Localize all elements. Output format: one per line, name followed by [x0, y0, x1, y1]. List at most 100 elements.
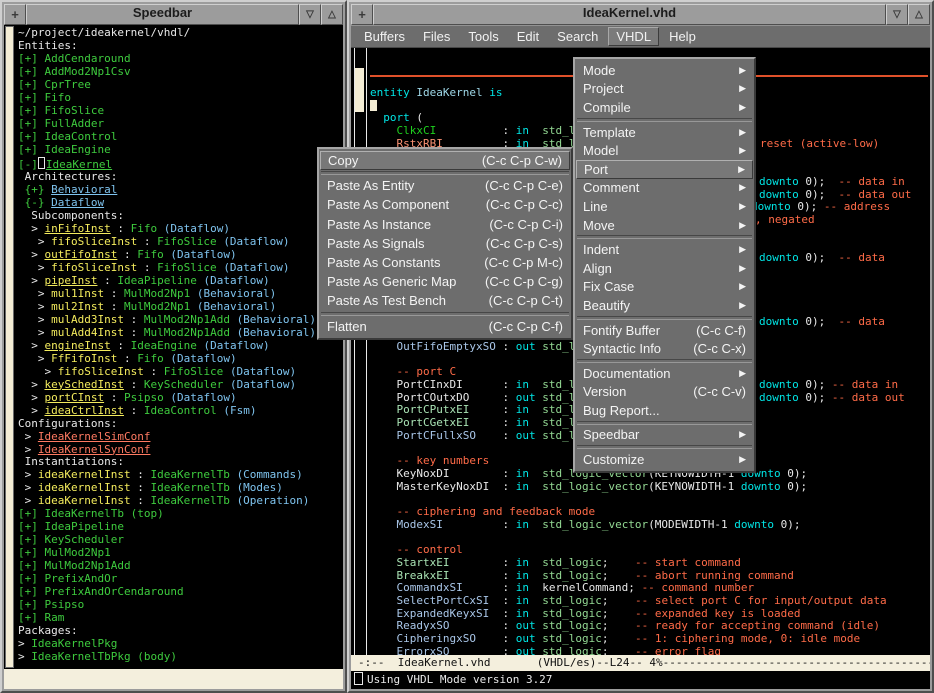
menu-item-label: Paste As Generic Map	[327, 274, 475, 289]
maximize-icon: △	[328, 10, 336, 20]
speedbar-line[interactable]: [+] Psipso	[18, 599, 343, 612]
window-menu-button[interactable]: +	[351, 4, 373, 25]
speedbar-line[interactable]: [+] IdeaEngine	[18, 144, 343, 157]
text-segment: in	[516, 416, 529, 429]
speedbar-scrollbar[interactable]	[5, 26, 14, 668]
submenu-item-paste-as-generic-map[interactable]: Paste As Generic Map(C-c C-p C-g)	[320, 272, 570, 291]
text-segment: Instantiations:	[25, 455, 124, 468]
submenu-item-paste-as-constants[interactable]: Paste As Constants(C-c C-p M-c)	[320, 253, 570, 272]
menu-separator	[321, 312, 569, 316]
menu-item-fix-case[interactable]: Fix Case▶	[576, 278, 753, 297]
text-segment: -- start command	[635, 556, 741, 569]
code-line: -- key numbers	[370, 455, 489, 467]
iconify-button[interactable]: ▽	[886, 4, 908, 25]
menu-item-label: Flatten	[327, 319, 479, 334]
submenu-item-paste-as-test-bench[interactable]: Paste As Test Bench(C-c C-p C-t)	[320, 291, 570, 310]
text-segment: keySchedInst	[44, 378, 123, 391]
submenu-arrow-icon: ▶	[739, 183, 746, 192]
text-segment: >	[38, 326, 51, 339]
menu-item-align[interactable]: Align▶	[576, 259, 753, 278]
menu-item-model[interactable]: Model▶	[576, 141, 753, 160]
text-segment: downto	[759, 251, 799, 264]
speedbar-scroll-left[interactable]: <<	[9, 689, 22, 693]
menubar-search[interactable]: Search	[549, 27, 606, 46]
menu-item-move[interactable]: Move▶	[576, 216, 753, 235]
menu-separator	[577, 118, 752, 122]
menu-item-keybinding: (C-c C-p C-s)	[486, 236, 563, 251]
submenu-item-flatten[interactable]: Flatten(C-c C-p C-f)	[320, 317, 570, 336]
submenu-item-copy[interactable]: Copy(C-c C-p C-w)	[320, 151, 570, 170]
text-segment: 0);	[799, 315, 839, 328]
menu-item-keybinding: (C-c C-p C-c)	[486, 197, 563, 212]
maximize-button[interactable]: △	[321, 4, 343, 25]
text-segment: downto	[741, 480, 781, 493]
menu-item-indent[interactable]: Indent▶	[576, 240, 753, 259]
menubar-tools[interactable]: Tools	[460, 27, 506, 46]
submenu-item-paste-as-entity[interactable]: Paste As Entity(C-c C-p C-e)	[320, 176, 570, 195]
submenu-item-paste-as-signals[interactable]: Paste As Signals(C-c C-p C-s)	[320, 234, 570, 253]
menu-item-customize[interactable]: Customize▶	[576, 450, 753, 469]
menu-item-speedbar[interactable]: Speedbar▶	[576, 426, 753, 445]
menu-item-label: Syntactic Info	[583, 341, 683, 356]
menu-item-template[interactable]: Template▶	[576, 123, 753, 142]
text-segment: 0);	[799, 391, 832, 404]
text-segment: [+] MulMod2Np1	[18, 546, 111, 559]
menu-item-mode[interactable]: Mode▶	[576, 61, 753, 80]
text-segment: Entities:	[18, 39, 78, 52]
text-segment: >	[31, 248, 44, 261]
text-segment: downto	[734, 518, 774, 531]
text-segment: :	[104, 391, 124, 404]
iconify-icon: ▽	[893, 10, 901, 20]
speedbar-title: Speedbar	[26, 4, 299, 25]
menu-item-version[interactable]: Version(C-c C-v)	[576, 383, 753, 402]
menu-item-keybinding: (C-c C-p C-t)	[489, 293, 563, 308]
text-segment	[529, 607, 542, 620]
menu-item-port[interactable]: Port▶	[576, 160, 753, 179]
text-segment: mulAdd4Inst	[51, 326, 124, 339]
text-segment: FifoSlice	[157, 261, 217, 274]
submenu-arrow-icon: ▶	[739, 455, 746, 464]
port-submenu: Copy(C-c C-p C-w) Paste As Entity(C-c C-p…	[317, 147, 573, 340]
speedbar-content[interactable]: ~/project/ideakernel/vhdl/Entities:[+] A…	[4, 25, 343, 669]
code-line: entity IdeaKernel is	[370, 87, 502, 99]
text-segment: std_logic	[542, 569, 602, 582]
menu-item-label: Move	[583, 218, 729, 233]
menu-item-bug-report[interactable]: Bug Report...	[576, 401, 753, 420]
text-segment: [+] CprTree	[18, 78, 91, 91]
speedbar-titlebar[interactable]: + Speedbar ▽ △	[4, 4, 343, 25]
menu-item-project[interactable]: Project▶	[576, 80, 753, 99]
menubar-vhdl[interactable]: VHDL	[608, 27, 659, 46]
text-segment: in	[516, 569, 529, 582]
iconify-button[interactable]: ▽	[299, 4, 321, 25]
submenu-item-paste-as-instance[interactable]: Paste As Instance(C-c C-p C-i)	[320, 215, 570, 234]
editor-titlebar[interactable]: + IdeaKernel.vhd ▽ △	[351, 4, 930, 25]
menu-item-compile[interactable]: Compile▶	[576, 98, 753, 117]
text-segment	[190, 287, 197, 300]
menu-item-line[interactable]: Line▶	[576, 197, 753, 216]
speedbar-tree: ~/project/ideakernel/vhdl/Entities:[+] A…	[18, 27, 343, 669]
menubar-files[interactable]: Files	[415, 27, 458, 46]
text-segment: :	[131, 494, 151, 507]
menu-item-label: Bug Report...	[583, 403, 746, 418]
code-line: ModexSI : in std_logic_vector(MODEWIDTH-…	[370, 519, 801, 531]
text-segment: in	[516, 124, 529, 137]
text-segment: >	[31, 391, 44, 404]
menubar-buffers[interactable]: Buffers	[356, 27, 413, 46]
speedbar-line[interactable]: > IdeaKernelTbPkg (body)	[18, 651, 343, 664]
submenu-item-paste-as-component[interactable]: Paste As Component(C-c C-p C-c)	[320, 195, 570, 214]
maximize-button[interactable]: △	[908, 4, 930, 25]
submenu-arrow-icon: ▶	[739, 202, 746, 211]
menu-item-fontify-buffer[interactable]: Fontify Buffer(C-c C-f)	[576, 321, 753, 340]
menu-item-comment[interactable]: Comment▶	[576, 179, 753, 198]
menu-item-beautify[interactable]: Beautify▶	[576, 296, 753, 315]
window-menu-button[interactable]: +	[4, 4, 26, 25]
menu-item-documentation[interactable]: Documentation▶	[576, 364, 753, 383]
text-segment: [+] IdeaEngine	[18, 143, 111, 156]
menubar-edit[interactable]: Edit	[509, 27, 547, 46]
text-segment: >	[31, 378, 44, 391]
text-segment	[529, 594, 542, 607]
speedbar-line[interactable]: [-]IdeaKernel	[18, 157, 343, 172]
menubar-help[interactable]: Help	[661, 27, 704, 46]
menu-item-syntactic-info[interactable]: Syntactic Info(C-c C-x)	[576, 339, 753, 358]
text-segment: downto	[759, 391, 799, 404]
